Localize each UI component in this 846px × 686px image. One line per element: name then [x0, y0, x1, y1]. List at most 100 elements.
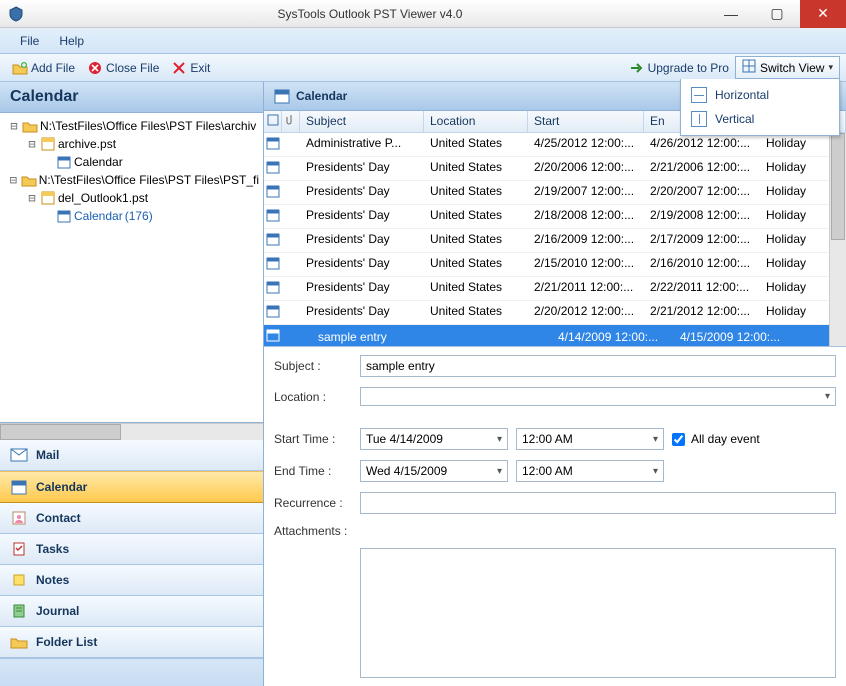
- col-icon[interactable]: [264, 111, 282, 132]
- col-subject[interactable]: Subject: [300, 111, 424, 132]
- row-start: 2/15/2010 12:00:...: [528, 253, 644, 276]
- switch-view-horizontal-label: Horizontal: [715, 88, 769, 102]
- col-location[interactable]: Location: [424, 111, 528, 132]
- folder-add-icon: [12, 60, 28, 76]
- nav-contact[interactable]: Contact: [0, 503, 263, 534]
- tree-row[interactable]: Calendar (176): [4, 207, 259, 225]
- nav-mail[interactable]: Mail: [0, 440, 263, 471]
- row-attachment-cell: [282, 157, 300, 180]
- row-attachment-cell: [282, 253, 300, 276]
- all-day-checkbox[interactable]: All day event: [672, 432, 760, 446]
- all-day-checkbox-input[interactable]: [672, 433, 685, 446]
- start-date-select[interactable]: Tue 4/14/2009▾: [360, 428, 508, 450]
- switch-view-icon: [742, 59, 756, 76]
- nav-notes[interactable]: Notes: [0, 565, 263, 596]
- label-start-time: Start Time :: [274, 432, 352, 446]
- row-subject: Presidents' Day: [300, 253, 424, 276]
- notes-icon: [10, 571, 28, 589]
- row-attachment-cell: [282, 205, 300, 228]
- tree-row[interactable]: ⊟ archive.pst: [4, 135, 259, 153]
- tree-collapse-icon[interactable]: ⊟: [8, 119, 20, 133]
- recurrence-input[interactable]: [360, 492, 836, 514]
- toolbar: Add File Close File Exit Upgrade to Pro …: [0, 54, 846, 82]
- menu-file[interactable]: File: [10, 30, 49, 52]
- chevron-down-icon: ▾: [828, 62, 833, 73]
- tree-collapse-icon[interactable]: ⊟: [8, 173, 19, 187]
- calendar-grid: Subject Location Start En ies Administra…: [264, 111, 846, 347]
- switch-view-label: Switch View: [760, 61, 824, 75]
- start-time-select[interactable]: 12:00 AM ▾: [516, 428, 664, 450]
- nav-calendar[interactable]: Calendar: [0, 471, 263, 503]
- row-location: United States: [424, 181, 528, 204]
- minimize-button[interactable]: —: [708, 0, 754, 28]
- vertical-layout-icon: [691, 111, 707, 127]
- tree-row[interactable]: ⊟ N:\TestFiles\Office Files\PST Files\ar…: [4, 117, 259, 135]
- grid-vertical-scrollbar[interactable]: [829, 133, 846, 346]
- attachments-box[interactable]: [360, 548, 836, 678]
- tree-row[interactable]: Calendar: [4, 153, 259, 171]
- tree-pst-2: del_Outlook1.pst: [58, 191, 148, 205]
- table-row[interactable]: Presidents' DayUnited States2/16/2009 12…: [264, 229, 846, 253]
- nav-journal[interactable]: Journal: [0, 596, 263, 627]
- switch-view-button[interactable]: Switch View ▾: [735, 56, 840, 79]
- table-row[interactable]: Presidents' DayUnited States2/19/2007 12…: [264, 181, 846, 205]
- exit-button[interactable]: Exit: [165, 58, 216, 78]
- subject-input[interactable]: [360, 355, 836, 377]
- end-date-select[interactable]: Wed 4/15/2009▾: [360, 460, 508, 482]
- label-recurrence: Recurrence :: [274, 496, 352, 510]
- row-start: 2/18/2008 12:00:...: [528, 205, 644, 228]
- table-row[interactable]: Presidents' DayUnited States2/15/2010 12…: [264, 253, 846, 277]
- start-time-value: 12:00 AM: [522, 432, 573, 446]
- col-attachment[interactable]: [282, 111, 300, 132]
- contact-icon: [10, 509, 28, 527]
- horizontal-layout-icon: [691, 87, 707, 103]
- tree-row[interactable]: ⊟ N:\TestFiles\Office Files\PST Files\PS…: [4, 171, 259, 189]
- nav-folder-list[interactable]: Folder List: [0, 627, 263, 658]
- row-end: 2/16/2010 12:00:...: [644, 253, 760, 276]
- table-row[interactable]: Presidents' DayUnited States2/21/2011 12…: [264, 277, 846, 301]
- chevron-down-icon: ▾: [653, 434, 658, 445]
- close-file-label: Close File: [106, 61, 159, 75]
- nav-mail-label: Mail: [36, 448, 59, 462]
- row-attachment-cell: [282, 301, 300, 324]
- switch-view-vertical[interactable]: Vertical: [685, 107, 835, 131]
- row-end: 4/26/2012 12:00:...: [644, 133, 760, 156]
- end-time-select[interactable]: 12:00 AM▾: [516, 460, 664, 482]
- chevron-down-icon: ▾: [497, 434, 502, 445]
- upgrade-button[interactable]: Upgrade to Pro: [623, 58, 735, 78]
- folder-icon: [10, 633, 28, 651]
- close-file-button[interactable]: Close File: [81, 58, 165, 78]
- tree-horizontal-scrollbar[interactable]: [0, 423, 263, 440]
- maximize-button[interactable]: ▢: [754, 0, 800, 28]
- row-subject: Presidents' Day: [300, 205, 424, 228]
- table-row[interactable]: Administrative P...United States4/25/201…: [264, 133, 846, 157]
- right-pane: Calendar Subject Location Start En ies A…: [264, 82, 846, 686]
- table-row[interactable]: sample entry4/14/2009 12:00:...4/15/2009…: [264, 325, 846, 346]
- tree-collapse-icon[interactable]: ⊟: [26, 137, 38, 151]
- row-attachment-cell: [282, 277, 300, 300]
- row-calendar-icon: [264, 277, 282, 300]
- calendar-icon: [56, 208, 72, 224]
- table-row[interactable]: Presidents' DayUnited States2/20/2006 12…: [264, 157, 846, 181]
- row-end: 2/17/2009 12:00:...: [644, 229, 760, 252]
- row-location: United States: [424, 157, 528, 180]
- menubar: File Help: [0, 28, 846, 54]
- menu-help[interactable]: Help: [49, 30, 94, 52]
- row-calendar-icon: [264, 325, 282, 346]
- add-file-button[interactable]: Add File: [6, 58, 81, 78]
- close-window-button[interactable]: ✕: [800, 0, 846, 28]
- table-row[interactable]: Presidents' DayUnited States2/18/2008 12…: [264, 205, 846, 229]
- label-end-time: End Time :: [274, 464, 352, 478]
- label-attachments: Attachments :: [274, 524, 352, 538]
- col-start[interactable]: Start: [528, 111, 644, 132]
- row-calendar-icon: [264, 133, 282, 156]
- label-subject: Subject :: [274, 359, 352, 373]
- table-row[interactable]: Presidents' DayUnited States2/20/2012 12…: [264, 301, 846, 325]
- tree-collapse-icon[interactable]: ⊟: [26, 191, 38, 205]
- switch-view-horizontal[interactable]: Horizontal: [685, 83, 835, 107]
- left-pane-heading: Calendar: [0, 82, 263, 113]
- nav-tasks[interactable]: Tasks: [0, 534, 263, 565]
- tree-row[interactable]: ⊟ del_Outlook1.pst: [4, 189, 259, 207]
- upgrade-arrow-icon: [629, 60, 645, 76]
- location-select[interactable]: ▾: [360, 387, 836, 406]
